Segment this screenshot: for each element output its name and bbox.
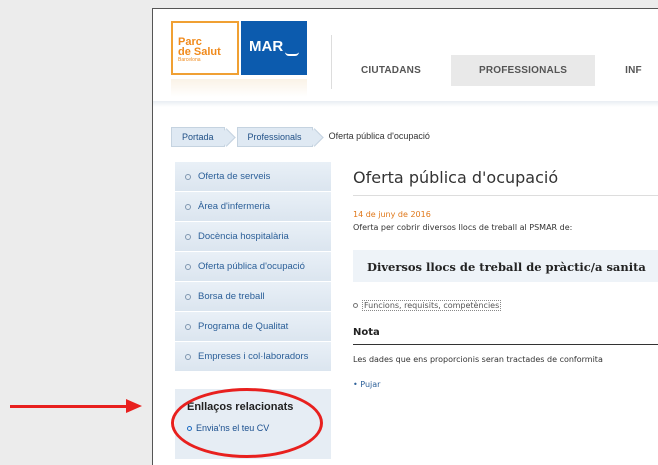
site-header: Parc de Salut Barcelona MAR CIUTADANS PR…: [153, 9, 658, 107]
nav-item-professionals[interactable]: PROFESSIONALS: [450, 55, 596, 86]
bullet-icon: [185, 353, 191, 360]
nota-text: Les dades que ens proporcionis seran tra…: [353, 355, 603, 364]
parc-de-salut-logo[interactable]: Parc de Salut Barcelona: [171, 21, 239, 75]
nota-divider: [353, 344, 658, 345]
title-divider: [353, 195, 658, 196]
bullet-icon: [185, 233, 191, 240]
functions-link[interactable]: Funcions, requisits, competències: [353, 300, 658, 311]
sidebar-item-label: Programa de Qualitat: [198, 320, 289, 332]
bullet-icon: [185, 263, 191, 270]
publish-date: 14 de juny de 2016: [353, 210, 431, 219]
nav-separator: [331, 35, 332, 89]
logo-parc-line3: Barcelona: [178, 57, 201, 63]
main-nav: CIUTADANS PROFESSIONALS INF: [343, 55, 658, 86]
sidebar-item-infermeria[interactable]: Àrea d'infermeria: [175, 192, 331, 222]
sidebar-item-oferta-serveis[interactable]: Oferta de serveis: [175, 162, 331, 192]
main-content: Oferta pública d'ocupació 14 de juny de …: [353, 162, 658, 389]
annotation-arrow-icon: [126, 399, 142, 413]
sidebar-item-borsa-treball[interactable]: Borsa de treball: [175, 282, 331, 312]
sidebar-item-oferta-publica[interactable]: Oferta pública d'ocupació: [175, 252, 331, 282]
bullet-icon: [185, 293, 191, 300]
bullet-icon: [353, 303, 358, 308]
nav-item-ciutadans[interactable]: CIUTADANS: [343, 55, 439, 86]
page-title: Oferta pública d'ocupació: [353, 168, 559, 187]
intro-text: Oferta per cobrir diversos llocs de treb…: [353, 223, 573, 232]
breadcrumb-portada[interactable]: Portada: [171, 127, 225, 147]
header-divider: [153, 101, 658, 107]
breadcrumb-professionals[interactable]: Professionals: [236, 127, 313, 147]
sidebar-item-qualitat[interactable]: Programa de Qualitat: [175, 312, 331, 342]
sidebar-item-label: Oferta pública d'ocupació: [198, 260, 305, 272]
bullet-icon: [185, 203, 191, 210]
bullet-icon: [185, 323, 191, 330]
breadcrumb-current: Oferta pública d'ocupació: [328, 131, 430, 141]
logo-mar-text: MAR: [249, 38, 284, 55]
job-offer-box: Diversos llocs de treball de pràctic/a s…: [353, 250, 658, 282]
sidebar-item-label: Empreses i col·laboradors: [198, 350, 309, 362]
sidebar-item-label: Docència hospitalària: [198, 230, 289, 242]
sidebar-item-label: Oferta de serveis: [198, 170, 271, 182]
screenshot-stage: Parc de Salut Barcelona MAR CIUTADANS PR…: [0, 0, 658, 465]
back-to-top-link[interactable]: • Pujar: [353, 380, 658, 389]
sidebar-item-label: Àrea d'infermeria: [198, 200, 271, 212]
nav-item-info[interactable]: INF: [607, 55, 658, 86]
annotation-circle: [171, 388, 323, 458]
nota-heading: Nota: [353, 327, 380, 338]
breadcrumb: Portada Professionals Oferta pública d'o…: [171, 127, 446, 147]
sidebar-item-docencia[interactable]: Docència hospitalària: [175, 222, 331, 252]
logo-parc-line2: de Salut: [178, 46, 221, 58]
logo-reflection: [171, 79, 307, 97]
mar-logo[interactable]: MAR: [241, 21, 307, 75]
sidebar-item-label: Borsa de treball: [198, 290, 265, 302]
wave-icon: [285, 52, 299, 56]
job-offer-title: Diversos llocs de treball de pràctic/a s…: [367, 260, 646, 274]
bullet-icon: [185, 173, 191, 180]
sidebar-item-empreses[interactable]: Empreses i col·laboradors: [175, 342, 331, 372]
functions-link-label: Funcions, requisits, competències: [362, 300, 502, 311]
sidebar-menu: Oferta de serveis Àrea d'infermeria Docè…: [175, 162, 331, 372]
annotation-arrow-shaft: [10, 405, 128, 408]
